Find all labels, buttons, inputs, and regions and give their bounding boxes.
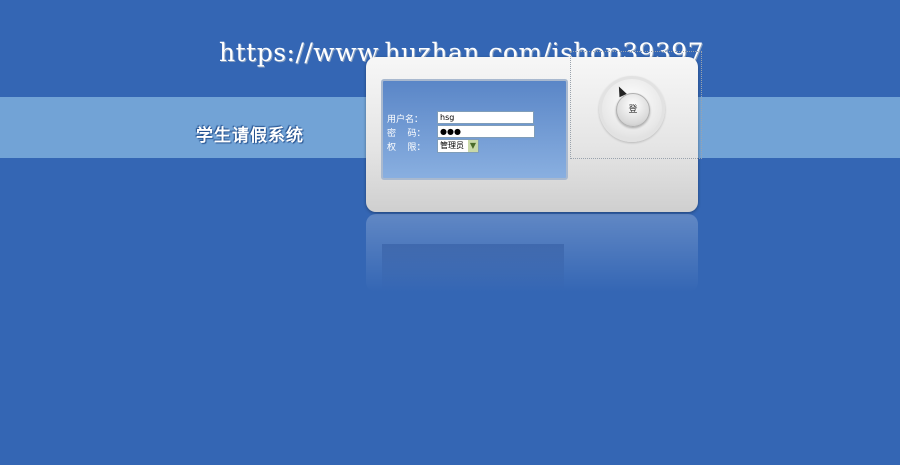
password-input[interactable]	[437, 125, 535, 138]
system-title: 学生请假系统	[196, 126, 304, 146]
login-button-ring: 登	[599, 76, 665, 142]
role-select[interactable]: 管理员 ▼	[437, 139, 479, 153]
screen-reflection	[382, 244, 564, 292]
password-label: 密 码：	[387, 129, 426, 139]
panel-reflection	[366, 214, 698, 292]
login-panel: 用户名： 密 码： 权 限： 管理员 ▼ 登	[366, 51, 702, 212]
role-selected-value: 管理员	[440, 141, 464, 150]
role-label: 权 限：	[387, 143, 426, 153]
login-form: 用户名： 密 码： 权 限： 管理员 ▼	[381, 79, 568, 180]
login-button-label: 登	[628, 105, 638, 115]
chevron-down-icon[interactable]: ▼	[468, 140, 478, 152]
username-label: 用户名：	[387, 115, 424, 125]
username-input[interactable]	[437, 111, 534, 124]
login-button[interactable]: 登	[616, 93, 650, 127]
